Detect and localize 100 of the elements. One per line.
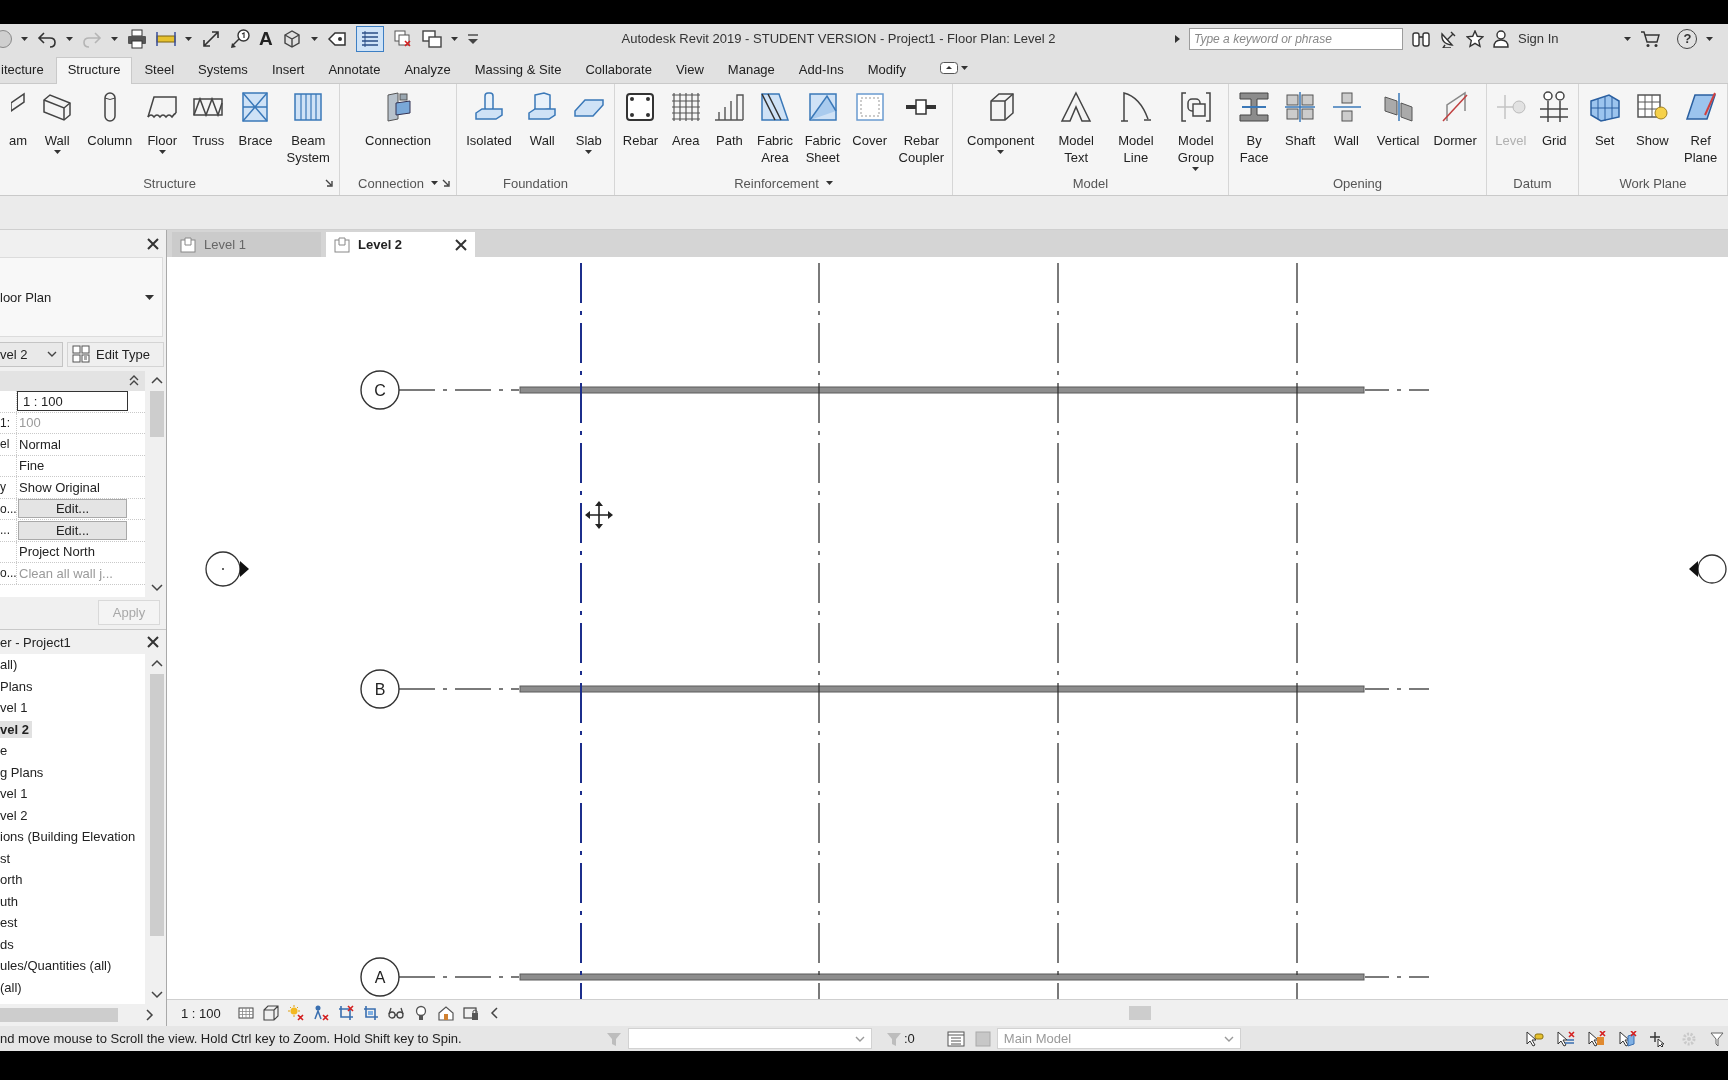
cursor-underlay-icon[interactable] xyxy=(1557,1030,1575,1047)
browser-item[interactable]: e xyxy=(0,742,11,760)
ribbon-toggle-icon[interactable] xyxy=(939,62,958,74)
caret-icon[interactable] xyxy=(185,36,192,41)
ribbon-button[interactable]: Wall xyxy=(39,91,76,154)
ribbon-tab[interactable]: Insert xyxy=(259,57,317,84)
ribbon-button[interactable]: Fabric Sheet xyxy=(802,91,843,166)
type-selector[interactable]: loor Plan xyxy=(0,257,163,337)
elevation-marker[interactable] xyxy=(205,551,249,587)
browser-item[interactable]: est xyxy=(0,914,21,932)
ribbon-button[interactable]: Component xyxy=(965,91,1037,154)
caret-icon[interactable] xyxy=(430,181,438,185)
grid-bubble[interactable]: B xyxy=(360,669,400,709)
edit-button[interactable]: Edit... xyxy=(18,499,127,519)
house-icon[interactable] xyxy=(437,1005,454,1021)
funnel-icon[interactable] xyxy=(1710,1030,1724,1047)
ribbon-button[interactable]: Brace xyxy=(236,91,275,149)
ribbon-button[interactable]: Cover xyxy=(850,91,890,149)
double-chevron-up-icon[interactable] xyxy=(129,375,139,387)
search-field[interactable]: Type a keyword or phrase xyxy=(1189,27,1403,50)
shadow-figure-icon[interactable] xyxy=(312,1005,329,1021)
cursor-pin-icon[interactable] xyxy=(1588,1030,1606,1047)
sign-in-link[interactable]: Sign In xyxy=(1518,31,1559,46)
ribbon-button[interactable]: Area xyxy=(667,91,704,149)
browser-item[interactable]: vel 2 xyxy=(0,806,31,824)
browser-item[interactable]: orth xyxy=(0,871,26,889)
caret-icon[interactable] xyxy=(53,150,61,154)
ribbon-button[interactable]: Dormer xyxy=(1431,91,1479,149)
ribbon-tab[interactable]: Massing & Site xyxy=(462,57,574,84)
printer-icon[interactable] xyxy=(127,28,147,49)
grid-bubble[interactable]: A xyxy=(360,957,400,997)
satellite-dish-icon[interactable] xyxy=(1439,29,1457,48)
ribbon-tab[interactable]: Steel xyxy=(132,57,187,84)
star-icon[interactable] xyxy=(1466,29,1484,48)
browser-item[interactable]: ules/Quantities (all) xyxy=(0,957,115,975)
ribbon-button[interactable]: Wall xyxy=(1328,91,1365,149)
ribbon-button[interactable]: Shaft xyxy=(1282,91,1319,149)
grid-bubble[interactable]: C xyxy=(360,370,400,410)
caret-icon[interactable] xyxy=(960,66,968,70)
browser-item[interactable]: ions (Building Elevation xyxy=(0,828,139,846)
cube-outline-icon[interactable] xyxy=(262,1005,279,1021)
ribbon-button[interactable]: By Face xyxy=(1236,91,1273,166)
dialog-launcher-icon[interactable] xyxy=(325,179,333,187)
caret-icon[interactable] xyxy=(825,181,833,185)
browser-item[interactable]: vel 1 xyxy=(0,699,31,717)
caret-icon[interactable] xyxy=(1706,36,1714,41)
ribbon-button[interactable]: Slab xyxy=(570,91,607,154)
ribbon-tab[interactable]: Modify xyxy=(855,57,918,84)
user-icon[interactable] xyxy=(1493,29,1509,48)
caret-icon[interactable] xyxy=(111,36,118,41)
ribbon-tab[interactable]: Structure xyxy=(55,57,133,84)
caret-icon[interactable] xyxy=(997,150,1005,154)
ribbon-button[interactable]: Column xyxy=(85,91,135,149)
ribbon-button[interactable]: Rebar Coupler xyxy=(896,91,947,166)
diagonal-arrow-icon[interactable] xyxy=(201,28,221,49)
scale-field[interactable]: 1 : 100 xyxy=(17,391,128,412)
caret-icon[interactable] xyxy=(585,150,593,154)
thin-lines-icon[interactable] xyxy=(355,25,384,52)
ribbon-button[interactable]: Model Text xyxy=(1056,91,1096,166)
text-tool-button[interactable]: A xyxy=(259,28,273,49)
ribbon-button[interactable]: Model Group xyxy=(1175,91,1216,171)
close-icon[interactable] xyxy=(147,636,159,648)
browser-item[interactable]: vel 2 xyxy=(0,720,32,738)
glasses-icon[interactable] xyxy=(387,1005,404,1021)
tag-leader-icon[interactable] xyxy=(230,28,250,49)
scrollbar-thumb[interactable] xyxy=(150,391,164,437)
ribbon-button[interactable]: Set xyxy=(1586,91,1623,149)
close-icon[interactable] xyxy=(455,238,467,251)
ribbon-button[interactable]: Show xyxy=(1634,91,1671,149)
browser-item[interactable]: st xyxy=(0,849,14,867)
ribbon-button[interactable]: Vertical xyxy=(1374,91,1422,149)
grid-line[interactable] xyxy=(818,263,820,999)
crop-icon[interactable] xyxy=(337,1005,354,1021)
ribbon-button[interactable]: Floor xyxy=(144,91,181,154)
ribbon-button[interactable]: Model Line xyxy=(1116,91,1156,166)
ribbon-tab[interactable]: itecture xyxy=(0,57,56,84)
scrollbar-thumb[interactable] xyxy=(1128,1006,1151,1020)
caret-icon[interactable] xyxy=(66,36,73,41)
caret-icon[interactable] xyxy=(145,294,154,300)
instance-dropdown[interactable]: vel 2 xyxy=(0,341,63,367)
browser-item[interactable]: (all) xyxy=(0,978,25,996)
crop-lock-icon[interactable] xyxy=(462,1005,479,1021)
grid-line[interactable] xyxy=(1296,263,1298,999)
stacked-windows-icon[interactable] xyxy=(421,28,442,49)
cart-icon[interactable] xyxy=(1640,29,1661,48)
ribbon-button[interactable]: Isolated xyxy=(464,91,514,149)
scrollbar-thumb[interactable] xyxy=(0,1008,118,1022)
browser-item[interactable]: Plans xyxy=(0,677,36,695)
ribbon-button[interactable]: Beam System xyxy=(284,91,332,166)
customize-menu-icon[interactable] xyxy=(466,32,479,45)
expand-arrow-icon[interactable] xyxy=(1175,34,1180,43)
ribbon-tab[interactable]: Analyze xyxy=(392,57,463,84)
ribbon-tab[interactable]: Systems xyxy=(186,57,260,84)
browser-item[interactable]: all) xyxy=(0,656,21,674)
caret-icon[interactable] xyxy=(1624,36,1632,41)
caret-icon[interactable] xyxy=(450,36,458,41)
dialog-launcher-icon[interactable] xyxy=(442,179,450,187)
browser-item[interactable]: ds xyxy=(0,935,17,953)
sun-icon[interactable] xyxy=(287,1005,304,1021)
ribbon-tab[interactable]: Collaborate xyxy=(573,57,664,84)
